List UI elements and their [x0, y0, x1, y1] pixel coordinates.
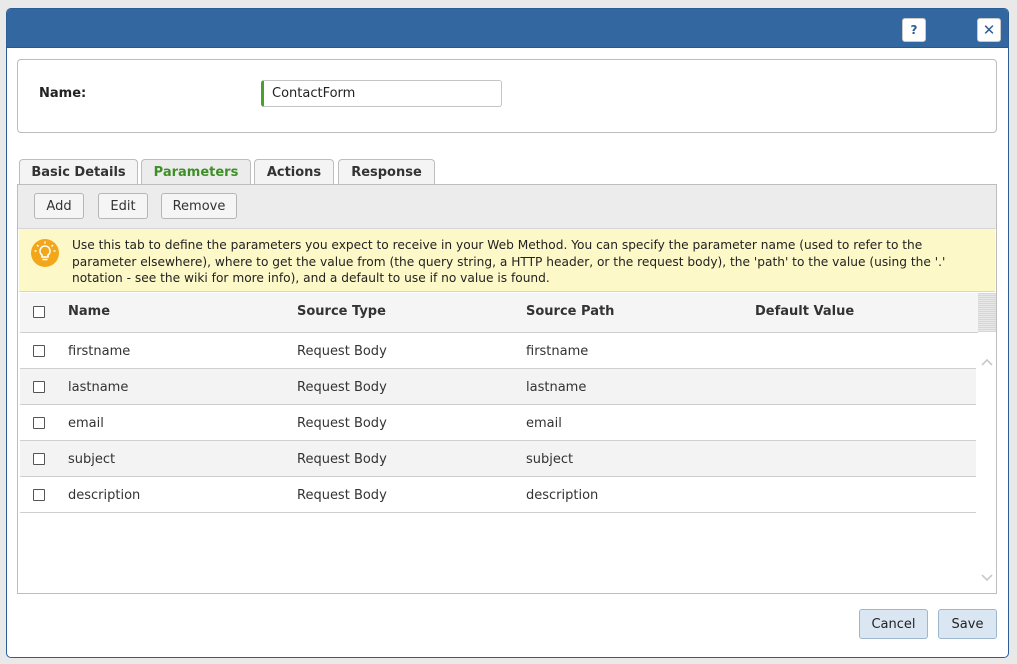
cell-source-path: description [526, 488, 599, 503]
tab-response[interactable]: Response [338, 159, 435, 185]
row-checkbox[interactable] [33, 489, 45, 501]
cell-source-type: Request Body [297, 344, 387, 359]
cell-name: subject [68, 452, 116, 467]
cell-source-type: Request Body [297, 452, 387, 467]
column-header-name[interactable]: Name [68, 304, 110, 319]
save-button[interactable]: Save [938, 609, 997, 639]
tab-parameters[interactable]: Parameters [141, 159, 251, 186]
cell-source-path: lastname [526, 380, 587, 395]
cancel-button[interactable]: Cancel [859, 609, 928, 639]
tab-basic-details[interactable]: Basic Details [19, 159, 138, 185]
column-header-default-value[interactable]: Default Value [755, 304, 854, 319]
row-checkbox[interactable] [33, 381, 45, 393]
table-row[interactable]: subject Request Body subject [20, 441, 976, 477]
scroll-up-icon[interactable] [981, 356, 993, 368]
cell-source-type: Request Body [297, 416, 387, 431]
cell-source-path: firstname [526, 344, 589, 359]
cell-name: firstname [68, 344, 131, 359]
add-button[interactable]: Add [34, 193, 84, 219]
row-checkbox[interactable] [33, 417, 45, 429]
close-button[interactable]: ✕ [977, 18, 1001, 42]
lightbulb-icon [31, 239, 59, 267]
cell-source-type: Request Body [297, 380, 387, 395]
scrollbar-header-corner [978, 293, 996, 332]
name-label: Name: [39, 86, 87, 101]
select-all-checkbox[interactable] [33, 306, 45, 318]
scroll-down-icon[interactable] [981, 572, 993, 584]
row-checkbox[interactable] [33, 345, 45, 357]
grid-toolbar: Add Edit Remove [18, 185, 996, 229]
dialog-titlebar[interactable]: ? ✕ [7, 9, 1008, 48]
cell-source-path: subject [526, 452, 574, 467]
name-input[interactable] [261, 80, 502, 107]
info-text: Use this tab to define the parameters yo… [72, 238, 946, 285]
name-panel: Name: [17, 59, 997, 133]
web-method-dialog: ? ✕ Name: Basic Details Parameters Actio… [6, 8, 1009, 658]
parameters-panel: Add Edit Remove Use this tab to define t… [17, 184, 997, 594]
grid-scrollbar[interactable] [978, 333, 996, 593]
cell-source-path: email [526, 416, 562, 431]
parameter-rows: firstname Request Body firstname lastnam… [20, 333, 976, 513]
info-banner: Use this tab to define the parameters yo… [19, 229, 995, 292]
help-button[interactable]: ? [902, 18, 926, 42]
table-row[interactable]: firstname Request Body firstname [20, 333, 976, 369]
cell-source-type: Request Body [297, 488, 387, 503]
column-header-source-path[interactable]: Source Path [526, 304, 614, 319]
column-header-source-type[interactable]: Source Type [297, 304, 386, 319]
cell-name: description [68, 488, 141, 503]
table-row[interactable]: lastname Request Body lastname [20, 369, 976, 405]
table-row[interactable]: email Request Body email [20, 405, 976, 441]
cell-name: email [68, 416, 104, 431]
tab-actions[interactable]: Actions [254, 159, 334, 185]
remove-button[interactable]: Remove [161, 193, 237, 219]
row-checkbox[interactable] [33, 453, 45, 465]
cell-name: lastname [68, 380, 129, 395]
table-row[interactable]: description Request Body description [20, 477, 976, 513]
grid-header: Name Source Type Source Path Default Val… [20, 293, 978, 333]
edit-button[interactable]: Edit [98, 193, 148, 219]
